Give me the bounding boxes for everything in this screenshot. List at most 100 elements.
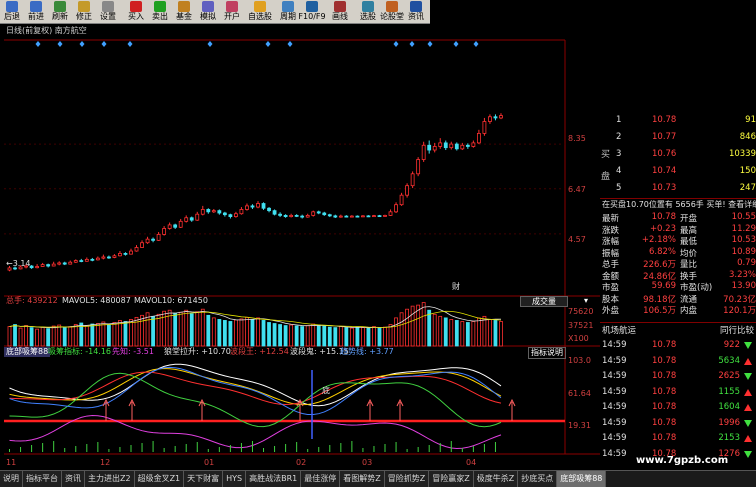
candle	[256, 203, 260, 208]
indicator-tab-14[interactable]: 底部吸筹88	[557, 471, 607, 487]
quote-row-cell: 涨幅	[602, 237, 620, 247]
toolbar-icon-15	[386, 1, 398, 12]
indicator-tab-3[interactable]: 主力进出Z2	[85, 471, 135, 487]
toolbar-button-15[interactable]: 论股堂	[380, 0, 404, 24]
indicator-tab-6[interactable]: HYS	[223, 471, 247, 487]
toolbar-button-14[interactable]: 选股	[356, 0, 380, 24]
volume-bar	[62, 327, 67, 347]
candle	[151, 238, 155, 241]
indicator-tab-11[interactable]: 冒险赢家Z	[429, 471, 474, 487]
quote-row-cell: 总手	[602, 260, 620, 270]
candle	[118, 253, 122, 257]
kline-chart[interactable]	[0, 24, 600, 470]
toolbar-button-5[interactable]: 买入	[124, 0, 148, 24]
trade-tick-row: 14:59 10.78 1604	[600, 402, 756, 415]
trade-tick-row-cell: 14:59	[602, 386, 627, 397]
indicator-tab-2[interactable]: 资讯	[62, 471, 85, 487]
toolbar-icon-2	[54, 1, 66, 12]
orderbook-row-cell: 10.73	[652, 183, 677, 193]
toolbar-button-1[interactable]: 前进	[24, 0, 48, 24]
volume-bar	[421, 302, 426, 347]
candle	[394, 204, 398, 213]
candle	[211, 210, 216, 213]
low-price-marker: ←3.14	[6, 259, 31, 268]
candle	[388, 211, 393, 216]
indicator-tab-8[interactable]: 最佳涨停	[301, 471, 341, 487]
candle	[438, 142, 443, 147]
xaxis-label-mar: 03	[362, 458, 373, 467]
indicator-tick-mid: 61.64	[568, 389, 591, 398]
volume-bar	[394, 317, 398, 347]
orderbook-row-cell: 2	[616, 132, 622, 142]
toolbar-button-0[interactable]: 后退	[0, 0, 24, 24]
quote-row-cell: 最新	[602, 214, 620, 224]
volume-bar	[29, 327, 34, 347]
toolbar-button-2[interactable]: 刷新	[48, 0, 72, 24]
toolbar-button-8[interactable]: 模拟	[196, 0, 220, 24]
volume-bar	[377, 327, 382, 347]
volume-bar	[51, 325, 56, 347]
indicator-name-button[interactable]: 底部吸筹88	[4, 347, 51, 357]
toolbar-button-9[interactable]: 开户	[220, 0, 244, 24]
indicator-help-button[interactable]: 指标说明	[528, 347, 566, 359]
quote-row-cell: 振幅	[602, 248, 620, 259]
trade-tick-row-cell: 14:59	[602, 355, 627, 366]
candle	[40, 264, 45, 267]
volume-dropdown-icon[interactable]: ▾	[584, 296, 588, 306]
volume-bar	[405, 308, 410, 347]
toolbar-button-11[interactable]: 周期	[276, 0, 300, 24]
trade-tick-row-cell: 10.78	[652, 417, 677, 428]
candle	[46, 264, 51, 267]
candle	[311, 211, 316, 216]
toolbar-button-10[interactable]: 自选股	[248, 0, 272, 24]
indicator-tab-4[interactable]: 超级金叉Z1	[134, 471, 185, 487]
volume-tick-unit: X100	[568, 334, 589, 343]
indicator-tab-0[interactable]: 说明	[0, 471, 23, 487]
candle	[200, 209, 205, 215]
indicator-tab-12[interactable]: 极度牛杀Z	[473, 471, 519, 487]
toolbar-button-16[interactable]: 资讯	[404, 0, 428, 24]
indicator-tab-10[interactable]: 冒险抓势Z	[384, 471, 430, 487]
candle	[338, 215, 343, 218]
orderbook-row-cell: 10.77	[652, 132, 677, 142]
quote-row-cell: 10.53	[731, 235, 756, 245]
indicator-tab-5[interactable]: 天下财富	[184, 471, 224, 487]
indicator-tab-1[interactable]: 指标平台	[23, 471, 62, 487]
toolbar-button-12[interactable]: F10/F9	[298, 0, 326, 24]
toolbar-button-13[interactable]: 画线	[328, 0, 352, 24]
toolbar-label-2: 刷新	[52, 12, 68, 21]
toolbar-button-7[interactable]: 基金	[172, 0, 196, 24]
quote-row-cell: 涨跌	[602, 225, 620, 236]
candle	[361, 215, 365, 218]
candle	[145, 238, 150, 244]
candle	[245, 205, 249, 210]
candle	[410, 173, 415, 187]
indicator-tab-13[interactable]: 抄底买点	[518, 471, 558, 487]
candle	[90, 258, 95, 261]
volume-bar	[493, 320, 498, 347]
volume-bar	[311, 323, 316, 347]
volume-bar	[449, 319, 454, 347]
candle	[228, 214, 233, 217]
toolbar-icon-4	[102, 1, 114, 12]
volume-bar	[118, 320, 122, 347]
candle	[421, 144, 426, 160]
volume-bar	[24, 325, 28, 347]
candle	[123, 253, 128, 255]
volume-bar	[234, 319, 238, 347]
indicator-tab-7[interactable]: 高胜战法BR1	[246, 471, 302, 487]
toolbar-button-4[interactable]: 设置	[96, 0, 120, 24]
volume-button[interactable]: 成交量	[520, 296, 568, 307]
candle	[355, 215, 360, 218]
toolbar-button-6[interactable]: 卖出	[148, 0, 172, 24]
toolbar-label-15: 论股堂	[380, 12, 404, 21]
indicator-tab-9[interactable]: 看图解势Z	[340, 471, 385, 487]
toolbar-button-3[interactable]: 修正	[72, 0, 96, 24]
candle	[432, 146, 437, 151]
volume-bar	[151, 315, 155, 347]
trade-tick-row-cell: 14:59	[602, 402, 627, 412]
volume-bar	[40, 326, 45, 347]
trade-tick-row-cell: 14:59	[602, 371, 627, 381]
candle	[272, 210, 277, 215]
order-alert[interactable]: 在买盘10.70位置有 5656手 买单! 查看详细	[602, 199, 756, 210]
